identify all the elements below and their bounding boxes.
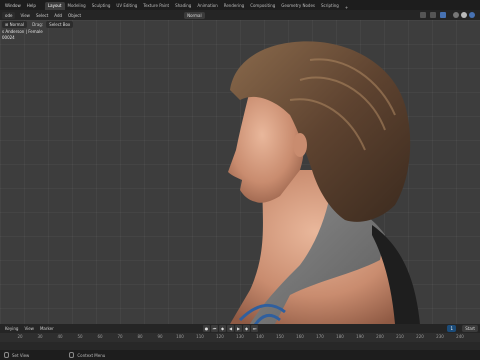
ruler-tick: 40 bbox=[57, 334, 63, 339]
visibility-icon bbox=[420, 12, 426, 18]
tab-texture-paint[interactable]: Texture Paint bbox=[140, 2, 172, 10]
status-context: Context Menu bbox=[69, 352, 105, 358]
ruler-tick: 240 bbox=[456, 334, 464, 339]
ruler-tick: 60 bbox=[97, 334, 103, 339]
overlay-line-3: 00024 bbox=[2, 35, 15, 40]
menu-add[interactable]: Add bbox=[51, 13, 65, 18]
playback-controls: ● ⏮ ◆ ◀ ▶ ◆ ⏭ bbox=[203, 325, 258, 332]
mouse-right-icon bbox=[69, 352, 75, 358]
timeline-tracks[interactable] bbox=[0, 342, 480, 350]
jump-end-icon[interactable]: ⏭ bbox=[251, 325, 258, 332]
ruler-tick: 170 bbox=[316, 334, 324, 339]
ruler-tick: 180 bbox=[336, 334, 344, 339]
top-bar: Window Help Layout Modeling Sculpting UV… bbox=[0, 0, 480, 10]
mode-selector[interactable]: ode bbox=[2, 11, 16, 19]
status-bar: Set View Context Menu bbox=[0, 350, 480, 360]
tab-sculpting[interactable]: Sculpting bbox=[89, 2, 114, 10]
timeline-ruler[interactable]: 20 30 40 50 60 70 80 90 100 110 120 130 … bbox=[0, 333, 480, 342]
ruler-tick: 220 bbox=[416, 334, 424, 339]
menu-object[interactable]: Object bbox=[65, 13, 84, 18]
ruler-tick: 210 bbox=[396, 334, 404, 339]
character-render bbox=[228, 41, 420, 324]
status-select: Set View bbox=[4, 352, 29, 358]
ear-shape bbox=[293, 133, 307, 157]
ruler-tick: 50 bbox=[77, 334, 83, 339]
ruler-tick: 140 bbox=[256, 334, 264, 339]
ruler-tick: 80 bbox=[137, 334, 143, 339]
tab-animation[interactable]: Animation bbox=[194, 2, 220, 10]
jump-start-icon[interactable]: ⏮ bbox=[211, 325, 218, 332]
ruler-tick: 70 bbox=[117, 334, 123, 339]
current-frame-field[interactable]: 1 bbox=[447, 325, 456, 332]
overlay-line-2: s Anderson | Female bbox=[2, 29, 43, 34]
ruler-tick: 100 bbox=[176, 334, 184, 339]
ruler-tick: 150 bbox=[276, 334, 284, 339]
tab-modeling[interactable]: Modeling bbox=[65, 2, 89, 10]
drag-select-dropdown[interactable]: Select Box bbox=[46, 21, 74, 28]
overlay-icon bbox=[440, 12, 446, 18]
ruler-tick: 160 bbox=[296, 334, 304, 339]
wireframe-shading-icon bbox=[453, 12, 459, 18]
menu-help[interactable]: Help bbox=[24, 3, 39, 8]
status-select-label: Set View bbox=[12, 352, 30, 358]
ruler-tick: 120 bbox=[216, 334, 224, 339]
menu-view[interactable]: View bbox=[17, 13, 33, 18]
menu-marker[interactable]: Marker bbox=[37, 326, 57, 331]
play-reverse-icon[interactable]: ◀ bbox=[227, 325, 234, 332]
menu-timeline-view[interactable]: View bbox=[21, 326, 37, 331]
solid-shading-icon bbox=[461, 12, 467, 18]
status-context-label: Context Menu bbox=[77, 352, 106, 358]
tab-shading[interactable]: Shading bbox=[172, 2, 194, 10]
3d-viewport[interactable]: ective s Anderson | Female 00024 bbox=[0, 20, 480, 324]
material-shading-icon bbox=[469, 12, 475, 18]
ruler-tick: 200 bbox=[376, 334, 384, 339]
tab-geometry-nodes[interactable]: Geometry Nodes bbox=[278, 2, 318, 10]
tab-scripting[interactable]: Scripting bbox=[318, 2, 342, 10]
menu-select[interactable]: Select bbox=[33, 13, 51, 18]
orientation-chip[interactable]: ⊞ Normal bbox=[2, 21, 28, 28]
ruler-tick: 20 bbox=[17, 334, 23, 339]
ruler-tick: 110 bbox=[196, 334, 204, 339]
transform-orientation-dropdown[interactable]: Normal bbox=[184, 11, 205, 19]
drag-label: Drag: bbox=[32, 22, 44, 27]
ruler-tick: 230 bbox=[436, 334, 444, 339]
ruler-tick: 90 bbox=[157, 334, 163, 339]
menu-window[interactable]: Window bbox=[2, 3, 24, 8]
timeline-header: Keying View Marker ● ⏮ ◆ ◀ ▶ ◆ ⏭ 1 Start bbox=[0, 324, 480, 333]
play-icon[interactable]: ▶ bbox=[235, 325, 242, 332]
record-icon[interactable]: ● bbox=[203, 325, 210, 332]
tool-settings-row: ⊞ Normal Drag: Select Box bbox=[0, 20, 480, 29]
ruler-tick: 130 bbox=[236, 334, 244, 339]
gizmo-icon bbox=[430, 12, 436, 18]
ruler-tick: 190 bbox=[356, 334, 364, 339]
tab-uv-editing[interactable]: UV Editing bbox=[113, 2, 140, 10]
workspace-tabs: Layout Modeling Sculpting UV Editing Tex… bbox=[44, 0, 351, 10]
start-frame-field[interactable]: Start bbox=[462, 325, 478, 332]
menu-keying[interactable]: Keying bbox=[2, 326, 21, 331]
viewport-shading-icons[interactable] bbox=[420, 11, 480, 19]
ruler-tick: 30 bbox=[37, 334, 43, 339]
prev-key-icon[interactable]: ◆ bbox=[219, 325, 226, 332]
next-key-icon[interactable]: ◆ bbox=[243, 325, 250, 332]
mouse-left-icon bbox=[4, 352, 9, 358]
tab-compositing[interactable]: Compositing bbox=[247, 2, 278, 10]
tab-layout[interactable]: Layout bbox=[44, 2, 65, 10]
viewport-header: ode View Select Add Object Normal bbox=[0, 10, 480, 20]
tab-rendering[interactable]: Rendering bbox=[221, 2, 247, 10]
